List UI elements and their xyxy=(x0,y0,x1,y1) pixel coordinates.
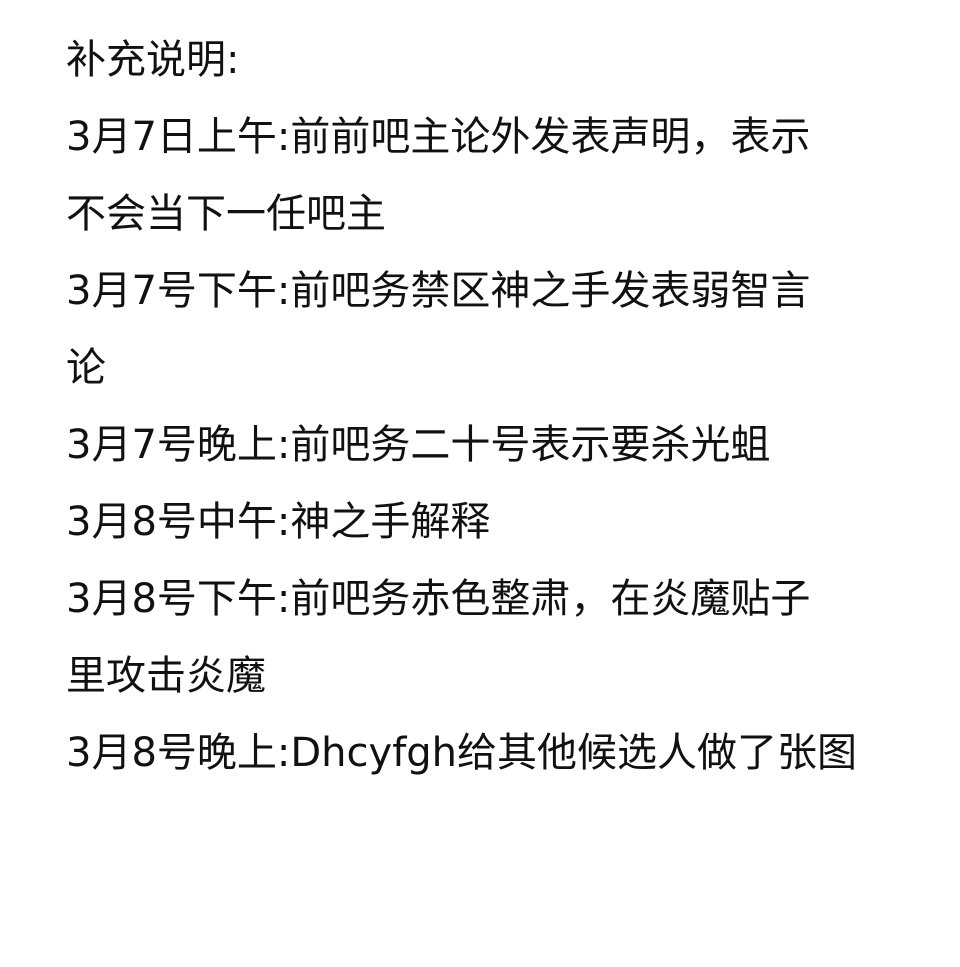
note-line: 里攻击炎魔 xyxy=(66,653,266,699)
note-line: 3月7号下午:前吧务禁区神之手发表弱智言 xyxy=(66,268,811,314)
note-line: 不会当下一任吧主 xyxy=(66,191,386,237)
note-line: 3月8号下午:前吧务赤色整肃，在炎魔贴子 xyxy=(66,576,811,622)
note-line: 3月7日上午:前前吧主论外发表声明，表示 xyxy=(66,114,811,160)
supplementary-note: 补充说明: 3月7日上午:前前吧主论外发表声明，表示 不会当下一任吧主 3月7号… xyxy=(66,22,926,792)
note-heading: 补充说明: xyxy=(66,37,240,83)
note-line: 论 xyxy=(66,345,106,391)
note-line: 3月7号晚上:前吧务二十号表示要杀光蛆 xyxy=(66,422,771,468)
note-line: 3月8号中午:神之手解释 xyxy=(66,499,491,545)
note-line: 3月8号晚上:Dhcyfgh给其他候选人做了张图 xyxy=(66,730,858,776)
